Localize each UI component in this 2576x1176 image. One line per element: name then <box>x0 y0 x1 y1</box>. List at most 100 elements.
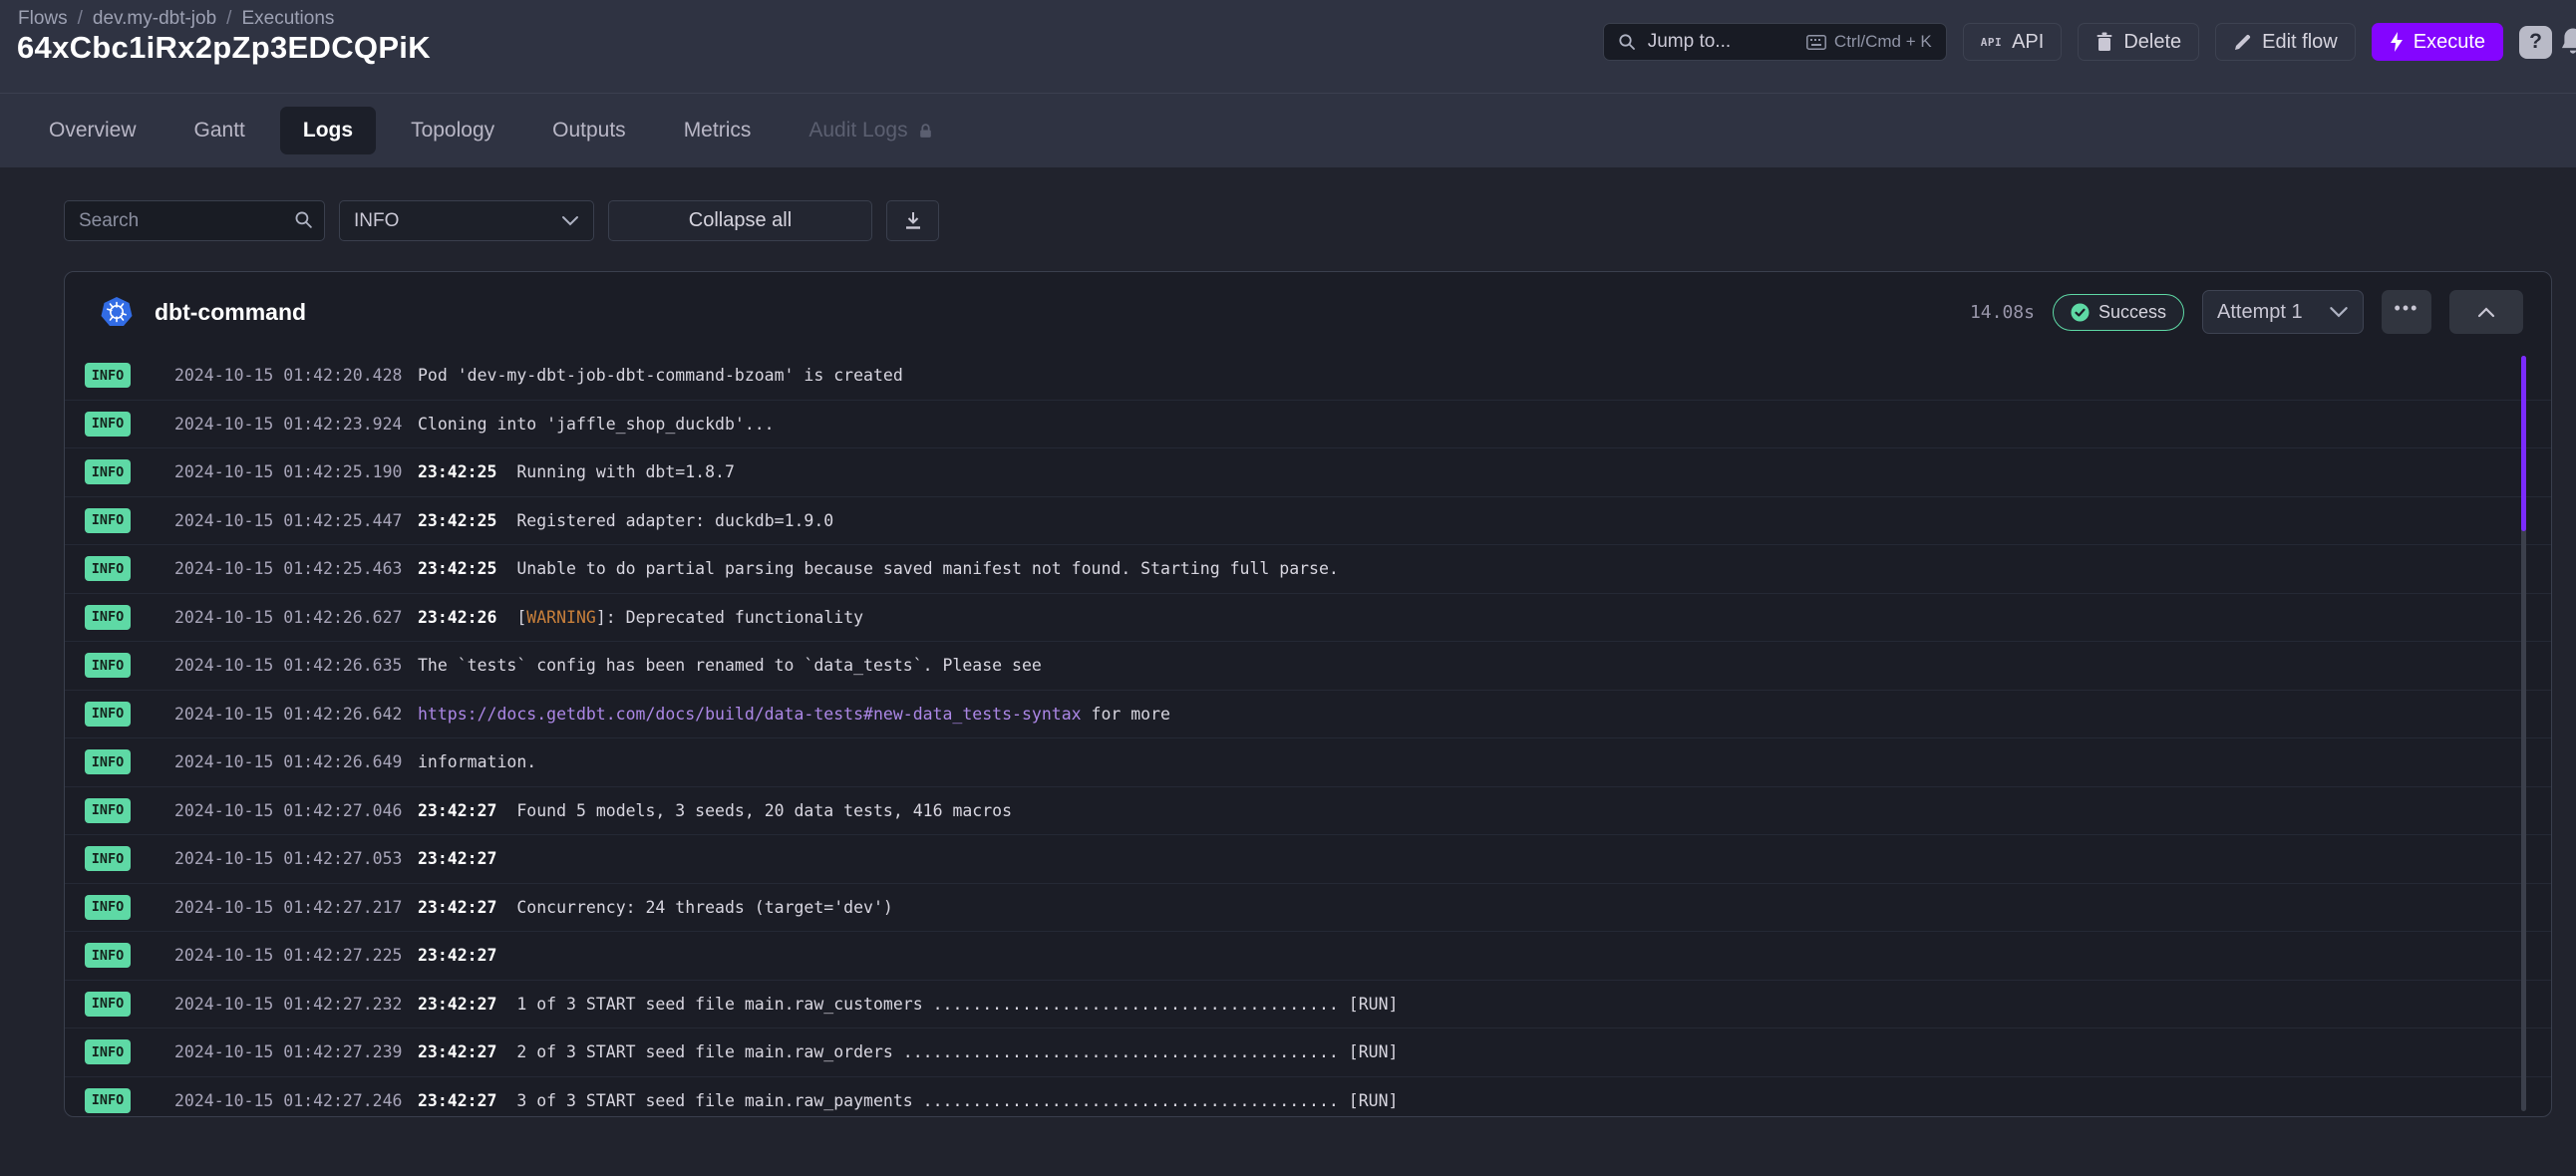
log-timestamp: 2024-10-15 01:42:26.635 <box>174 656 406 675</box>
task-more-button[interactable]: ••• <box>2382 290 2431 334</box>
log-row: INFO2024-10-15 01:42:25.44723:42:25 Regi… <box>65 497 2551 546</box>
log-row: INFO2024-10-15 01:42:27.22523:42:27 <box>65 932 2551 981</box>
log-message-segment: 1 of 3 START seed file main.raw_customer… <box>496 995 1398 1014</box>
tab-logs[interactable]: Logs <box>280 107 376 154</box>
app-root: Flows / dev.my-dbt-job / Executions 64xC… <box>0 0 2576 1176</box>
help-button[interactable]: ? <box>2519 26 2552 59</box>
log-timestamp: 2024-10-15 01:42:27.246 <box>174 1091 406 1110</box>
status-label: Success <box>2098 302 2166 323</box>
task-name: dbt-command <box>155 299 306 326</box>
status-badge: Success <box>2053 294 2184 331</box>
log-message: 23:42:25 Unable to do partial parsing be… <box>418 559 1339 578</box>
log-row: INFO2024-10-15 01:42:20.428Pod 'dev-my-d… <box>65 352 2551 401</box>
download-logs-button[interactable] <box>886 200 939 241</box>
log-level-select[interactable]: INFO <box>339 200 594 241</box>
page-header: Flows / dev.my-dbt-job / Executions 64xC… <box>0 0 2576 93</box>
log-level-badge: INFO <box>85 1088 131 1113</box>
edit-flow-button[interactable]: Edit flow <box>2215 23 2356 61</box>
log-message-segment: 23:42:25 <box>418 462 496 481</box>
log-level-badge: INFO <box>85 508 131 533</box>
log-row: INFO2024-10-15 01:42:27.04623:42:27 Foun… <box>65 787 2551 836</box>
log-row: INFO 2024-10-15 01:42:27.232 23:42:27 1 of… <box>65 981 2551 1029</box>
collapse-all-button[interactable]: Collapse all <box>608 200 872 241</box>
log-row: INFO2024-10-15 01:42:26.62723:42:26 [WAR… <box>65 594 2551 643</box>
log-row: INFO2024-10-15 01:42:26.649information. <box>65 738 2551 787</box>
log-timestamp: 2024-10-15 01:42:25.190 <box>174 462 406 481</box>
log-message-segment: Cloning into 'jaffle_shop_duckdb'... <box>418 415 775 434</box>
jump-to-placeholder: Jump to... <box>1648 31 1731 53</box>
log-message: 23:42:25 Running with dbt=1.8.7 <box>418 462 735 481</box>
task-collapse-button[interactable] <box>2449 290 2523 334</box>
header-actions: Jump to... Ctrl/Cmd + K API API Delete E… <box>1603 23 2552 61</box>
log-row: INFO2024-10-15 01:42:25.46323:42:25 Unab… <box>65 545 2551 594</box>
log-message-segment: [ <box>496 608 526 627</box>
log-message: https://docs.getdbt.com/docs/build/data-… <box>418 705 1170 724</box>
check-circle-icon <box>2071 303 2090 322</box>
log-message-segment: 3 of 3 START seed file main.raw_payments… <box>496 1091 1398 1110</box>
tab-gantt[interactable]: Gantt <box>171 107 268 154</box>
log-row: INFO 2024-10-15 01:42:25.190 23:42:25 Runn… <box>65 448 2551 497</box>
execute-button[interactable]: Execute <box>2372 23 2503 61</box>
search-input[interactable] <box>64 200 325 241</box>
log-message: Cloning into 'jaffle_shop_duckdb'... <box>418 415 775 434</box>
log-level-badge: INFO <box>85 363 131 388</box>
log-message-segment: 23:42:25 <box>418 511 496 530</box>
log-message-segment: Pod 'dev-my-dbt-job-dbt-command-bzoam' i… <box>418 366 903 385</box>
log-timestamp: 2024-10-15 01:42:25.463 <box>174 559 406 578</box>
log-message-segment: The `tests` config has been renamed to `… <box>418 656 1042 675</box>
log-message-segment: 23:42:27 <box>418 995 496 1014</box>
log-message-segment: ]: Deprecated functionality <box>596 608 863 627</box>
log-level-badge: INFO <box>85 702 131 727</box>
tab-outputs[interactable]: Outputs <box>529 107 649 154</box>
breadcrumb-separator: / <box>226 8 231 30</box>
tab-audit-logs: Audit Logs <box>786 107 956 154</box>
log-message-segment: 23:42:27 <box>418 946 496 965</box>
breadcrumb-flows[interactable]: Flows <box>18 8 68 30</box>
notification-bell-icon[interactable] <box>2558 26 2576 58</box>
delete-button[interactable]: Delete <box>2078 23 2199 61</box>
tab-topology[interactable]: Topology <box>388 107 517 154</box>
log-level-badge: INFO <box>85 895 131 920</box>
tab-metrics[interactable]: Metrics <box>661 107 775 154</box>
api-button[interactable]: API API <box>1963 23 2063 61</box>
log-message-segment: 23:42:27 <box>418 1042 496 1061</box>
task-header-controls: 14.08s Success Attempt 1 ••• <box>1970 290 2523 334</box>
log-message-segment: Concurrency: 24 threads (target='dev') <box>496 898 892 917</box>
log-level-badge: INFO <box>85 459 131 484</box>
breadcrumb-flow-id[interactable]: dev.my-dbt-job <box>93 8 216 30</box>
log-timestamp: 2024-10-15 01:42:27.232 <box>174 995 406 1014</box>
log-level-badge: INFO <box>85 412 131 437</box>
execution-id-title: 64xCbc1iRx2pZp3EDCQPiK <box>17 30 431 66</box>
attempt-select[interactable]: Attempt 1 <box>2202 290 2364 334</box>
jump-to-shortcut: Ctrl/Cmd + K <box>1806 32 1932 52</box>
task-duration: 14.08s <box>1970 302 2035 323</box>
tab-overview[interactable]: Overview <box>26 107 160 154</box>
lightning-icon <box>2390 32 2404 52</box>
log-level-selected: INFO <box>354 210 399 232</box>
log-link[interactable]: https://docs.getdbt.com/docs/build/data-… <box>418 705 1082 724</box>
breadcrumb-executions[interactable]: Executions <box>241 8 334 30</box>
log-level-badge: INFO <box>85 992 131 1017</box>
keyboard-icon <box>1806 35 1826 50</box>
log-row: INFO2024-10-15 01:42:27.21723:42:27 Conc… <box>65 884 2551 933</box>
log-message: 23:42:26 [WARNING]: Deprecated functiona… <box>418 608 863 627</box>
log-message: 23:42:27 3 of 3 START seed file main.raw… <box>418 1091 1398 1110</box>
log-message-segment: 23:42:27 <box>418 801 496 820</box>
search-icon <box>294 210 313 229</box>
log-list: INFO2024-10-15 01:42:20.428Pod 'dev-my-d… <box>65 352 2551 1117</box>
task-log-card: dbt-command 14.08s Success Attempt 1 •••… <box>64 271 2552 1117</box>
log-message: 23:42:27 Found 5 models, 3 seeds, 20 dat… <box>418 801 1012 820</box>
chevron-up-icon <box>2477 307 2495 318</box>
log-filter-row: INFO Collapse all <box>64 200 2576 241</box>
log-message-segment: 23:42:27 <box>418 849 496 868</box>
api-icon: API <box>1981 36 2002 49</box>
tab-label: Outputs <box>552 119 626 143</box>
log-level-badge: INFO <box>85 798 131 823</box>
log-timestamp: 2024-10-15 01:42:25.447 <box>174 511 406 530</box>
log-message-segment: 23:42:27 <box>418 898 496 917</box>
log-scrollbar-thumb[interactable] <box>2521 356 2526 531</box>
jump-to-search[interactable]: Jump to... Ctrl/Cmd + K <box>1603 23 1947 61</box>
log-level-badge: INFO <box>85 1039 131 1064</box>
tab-label: Audit Logs <box>808 119 907 143</box>
log-message-segment: 2 of 3 START seed file main.raw_orders .… <box>496 1042 1398 1061</box>
